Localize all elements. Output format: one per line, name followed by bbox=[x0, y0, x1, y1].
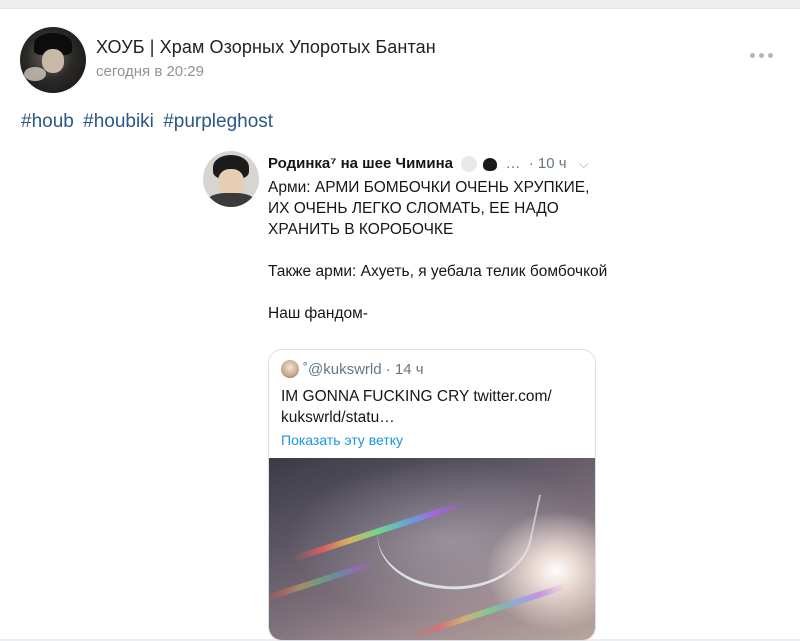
show-thread-link: Показать эту ветку bbox=[281, 432, 403, 448]
hashtag-list: #houb #houbiki #purpleghost bbox=[21, 111, 277, 133]
post-time[interactable]: сегодня в 20:29 bbox=[96, 63, 204, 80]
tweet-ellipsis: … bbox=[505, 155, 521, 172]
hashtag-link[interactable]: #houbiki bbox=[83, 111, 154, 132]
tweet-age: · 10 ч bbox=[528, 155, 567, 172]
black-heart-icon bbox=[483, 157, 498, 171]
tweet-screenshot[interactable]: Родинка⁷ на шее Чимина … · 10 ч ⌵ Арми: … bbox=[195, 139, 615, 641]
more-horizontal-icon[interactable] bbox=[746, 45, 776, 65]
cracked-screen-image bbox=[269, 458, 595, 640]
hashtag-link[interactable]: #purpleghost bbox=[163, 111, 273, 132]
tweet-avatar bbox=[203, 151, 259, 207]
quoted-text: IM GONNA FUCKING CRY twitter.com/ kukswr… bbox=[281, 388, 552, 426]
moon-emoji-icon bbox=[461, 156, 478, 173]
quoted-tweet-header: ˚@kukswrld · 14 ч bbox=[281, 360, 424, 378]
tweet-paragraph: Арми: АРМИ БОМБОЧКИ ОЧЕНЬ ХРУПКИЕ, ИХ ОЧ… bbox=[268, 179, 590, 238]
avatar-face bbox=[42, 49, 64, 73]
tweet-header: Родинка⁷ на шее Чимина … · 10 ч ⌵ bbox=[268, 155, 608, 173]
quoted-tweet: ˚@kukswrld · 14 ч IM GONNA FUCKING CRY t… bbox=[268, 349, 596, 641]
hashtag-link[interactable]: #houb bbox=[21, 111, 74, 132]
tweet-paragraph: Наш фандом- bbox=[268, 305, 368, 322]
tweet-paragraph: Также арми: Ахуеть, я уебала телик бомбо… bbox=[268, 263, 608, 280]
chevron-down-icon: ⌵ bbox=[578, 156, 589, 171]
quoted-handle: ˚@kukswrld · 14 ч bbox=[303, 360, 424, 378]
quoted-avatar bbox=[281, 360, 299, 378]
avatar-light bbox=[24, 67, 46, 81]
tweet-body: Арми: АРМИ БОМБОЧКИ ОЧЕНЬ ХРУПКИЕ, ИХ ОЧ… bbox=[268, 177, 608, 324]
tweet-author-name: Родинка⁷ на шее Чимина bbox=[268, 155, 454, 172]
post-author[interactable]: ХОУБ | Храм Озорных Упоротых Бантан bbox=[96, 37, 436, 58]
post-card: ХОУБ | Храм Озорных Упоротых Бантан сего… bbox=[0, 8, 800, 641]
community-avatar[interactable] bbox=[20, 27, 86, 93]
